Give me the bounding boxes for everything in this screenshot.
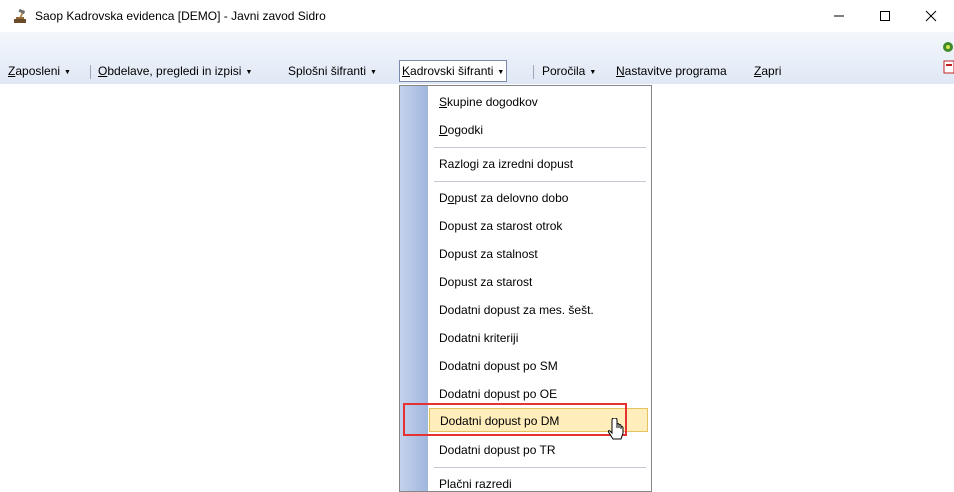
toolbar-icon-green[interactable] xyxy=(940,40,954,54)
title-bar: Saop Kadrovska evidenca [DEMO] - Javni z… xyxy=(0,0,954,32)
hand-pointer-icon xyxy=(607,418,624,440)
menu-item-dopust-starost-otrok[interactable]: Dopust za starost otrok xyxy=(429,214,648,238)
menu-zapri[interactable]: Zapri xyxy=(752,60,783,82)
menu-zaposleni[interactable]: Zaposleni ▼ xyxy=(6,60,73,82)
chevron-down-icon: ▼ xyxy=(64,69,71,76)
menu-item-dopust-starost[interactable]: Dopust za starost xyxy=(429,270,648,294)
report-icon xyxy=(943,60,954,74)
app-shortcut-icon xyxy=(943,42,953,52)
hammer-anvil-icon xyxy=(14,9,26,23)
menu-item-dogodki[interactable]: Dogodki xyxy=(429,118,648,142)
menu-splosni-sifranti[interactable]: Splošni šifranti ▼ xyxy=(286,60,379,82)
maximize-icon xyxy=(880,11,890,21)
close-icon xyxy=(925,10,937,22)
window-title: Saop Kadrovska evidenca [DEMO] - Javni z… xyxy=(35,9,326,23)
menu-item-dodatni-dopust-sm[interactable]: Dodatni dopust po SM xyxy=(429,354,648,378)
menu-divider xyxy=(434,181,646,182)
menu-item-placni-razredi[interactable]: Plačni razredi xyxy=(429,472,648,491)
menu-nastavitve-programa[interactable]: Nastavitve programa xyxy=(614,60,729,82)
chevron-down-icon: ▼ xyxy=(589,69,597,76)
menu-separator xyxy=(90,65,91,79)
menu-item-dopust-stalnost[interactable]: Dopust za stalnost xyxy=(429,242,648,266)
maximize-button[interactable] xyxy=(862,0,908,32)
minimize-button[interactable] xyxy=(816,0,862,32)
chevron-down-icon: ▼ xyxy=(245,69,253,76)
toolbar-icon-red[interactable] xyxy=(940,60,954,74)
menu-divider xyxy=(434,147,646,148)
menu-item-dodatni-dopust-mes-sest[interactable]: Dodatni dopust za mes. šešt. xyxy=(429,298,648,322)
menu-item-razlogi-izredni-dopust[interactable]: Razlogi za izredni dopust xyxy=(429,152,648,176)
menu-obdelave[interactable]: Obdelave, pregledi in izpisi ▼ xyxy=(96,60,254,82)
menu-item-dodatni-kriteriji[interactable]: Dodatni kriteriji xyxy=(429,326,648,350)
menu-bar: Zaposleni ▼ Obdelave, pregledi in izpisi ▼… xyxy=(0,32,954,84)
menu-divider xyxy=(434,467,646,468)
menu-item-skupine-dogodkov[interactable]: Skupine dogodkov xyxy=(429,90,648,114)
chevron-down-icon: ▼ xyxy=(497,69,505,76)
minimize-icon xyxy=(834,15,844,17)
chevron-down-icon: ▼ xyxy=(370,69,377,76)
close-button[interactable] xyxy=(908,0,954,32)
menu-icon-gutter xyxy=(400,86,428,491)
menu-separator xyxy=(533,65,534,79)
menu-porocila[interactable]: Poročila ▼ xyxy=(540,60,598,82)
menu-kadrovski-sifranti[interactable]: Kadrovski šifranti ▼ xyxy=(399,60,508,82)
menu-item-dodatni-dopust-oe[interactable]: Dodatni dopust po OE xyxy=(429,382,648,406)
menu-item-dopust-delovna-doba[interactable]: Dopust za delovno dobo xyxy=(429,186,648,210)
